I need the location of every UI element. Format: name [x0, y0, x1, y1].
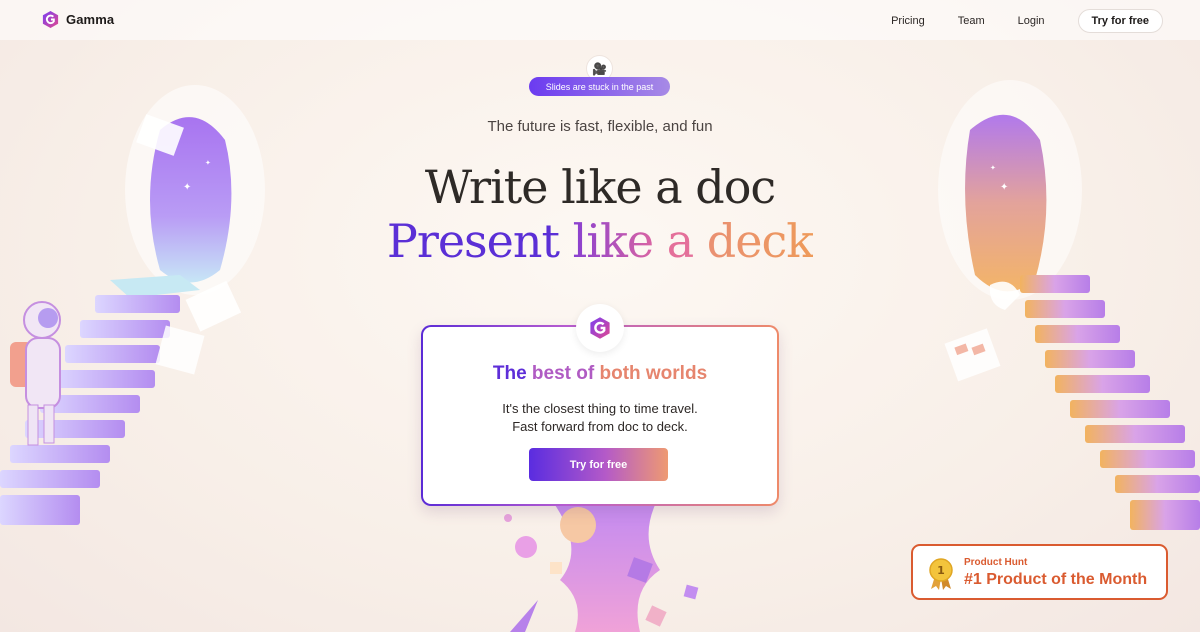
hero-headline-line1: Write like a doc [424, 160, 776, 214]
left-portal-illustration: ✦ ✦ [0, 85, 265, 525]
card-title-part2: best of [531, 363, 600, 384]
card-title-part3: both worlds [599, 363, 708, 384]
product-hunt-title: #1 Product of the Month [964, 571, 1148, 588]
hero-badge: Slides are stuck in the past [529, 77, 670, 96]
headline-word-deck: deck [693, 214, 814, 268]
svg-text:1: 1 [937, 564, 945, 577]
nav-link-pricing[interactable]: Pricing [891, 15, 925, 27]
cta-card: The best of both worlds It's the closest… [421, 325, 779, 506]
headline-word-a: a [653, 214, 694, 268]
nav-link-team[interactable]: Team [958, 15, 985, 27]
card-title: The best of both worlds [423, 363, 777, 385]
nav-link-login[interactable]: Login [1018, 15, 1045, 27]
top-navigation-bar: Gamma Pricing Team Login Try for free [0, 0, 1200, 40]
card-try-for-free-button[interactable]: Try for free [529, 448, 668, 481]
headline-word-like: like [558, 214, 655, 268]
card-description-line1: It's the closest thing to time travel. [502, 401, 698, 416]
brand-link[interactable]: Gamma [41, 10, 114, 29]
brand-name: Gamma [66, 12, 115, 27]
bottom-fountain-illustration [504, 505, 699, 632]
right-portal-illustration: ✦ ✦ [938, 80, 1200, 530]
card-title-part1: The [492, 363, 532, 384]
product-hunt-badge[interactable]: 1 Product Hunt #1 Product of the Month [911, 544, 1168, 600]
card-description-line2: Fast forward from doc to deck. [512, 419, 688, 434]
gamma-logo-icon [42, 10, 59, 29]
product-hunt-label: Product Hunt [964, 557, 1028, 568]
gamma-logo-icon [590, 317, 610, 339]
headline-word-present: Present [386, 214, 560, 268]
medal-icon: 1 [929, 558, 953, 590]
hero-headline-line2: Present like a deck [0, 214, 1200, 268]
hero-tagline: The future is fast, flexible, and fun [487, 118, 713, 135]
card-logo-badge [576, 304, 624, 352]
nav-try-for-free-button[interactable]: Try for free [1077, 9, 1163, 33]
